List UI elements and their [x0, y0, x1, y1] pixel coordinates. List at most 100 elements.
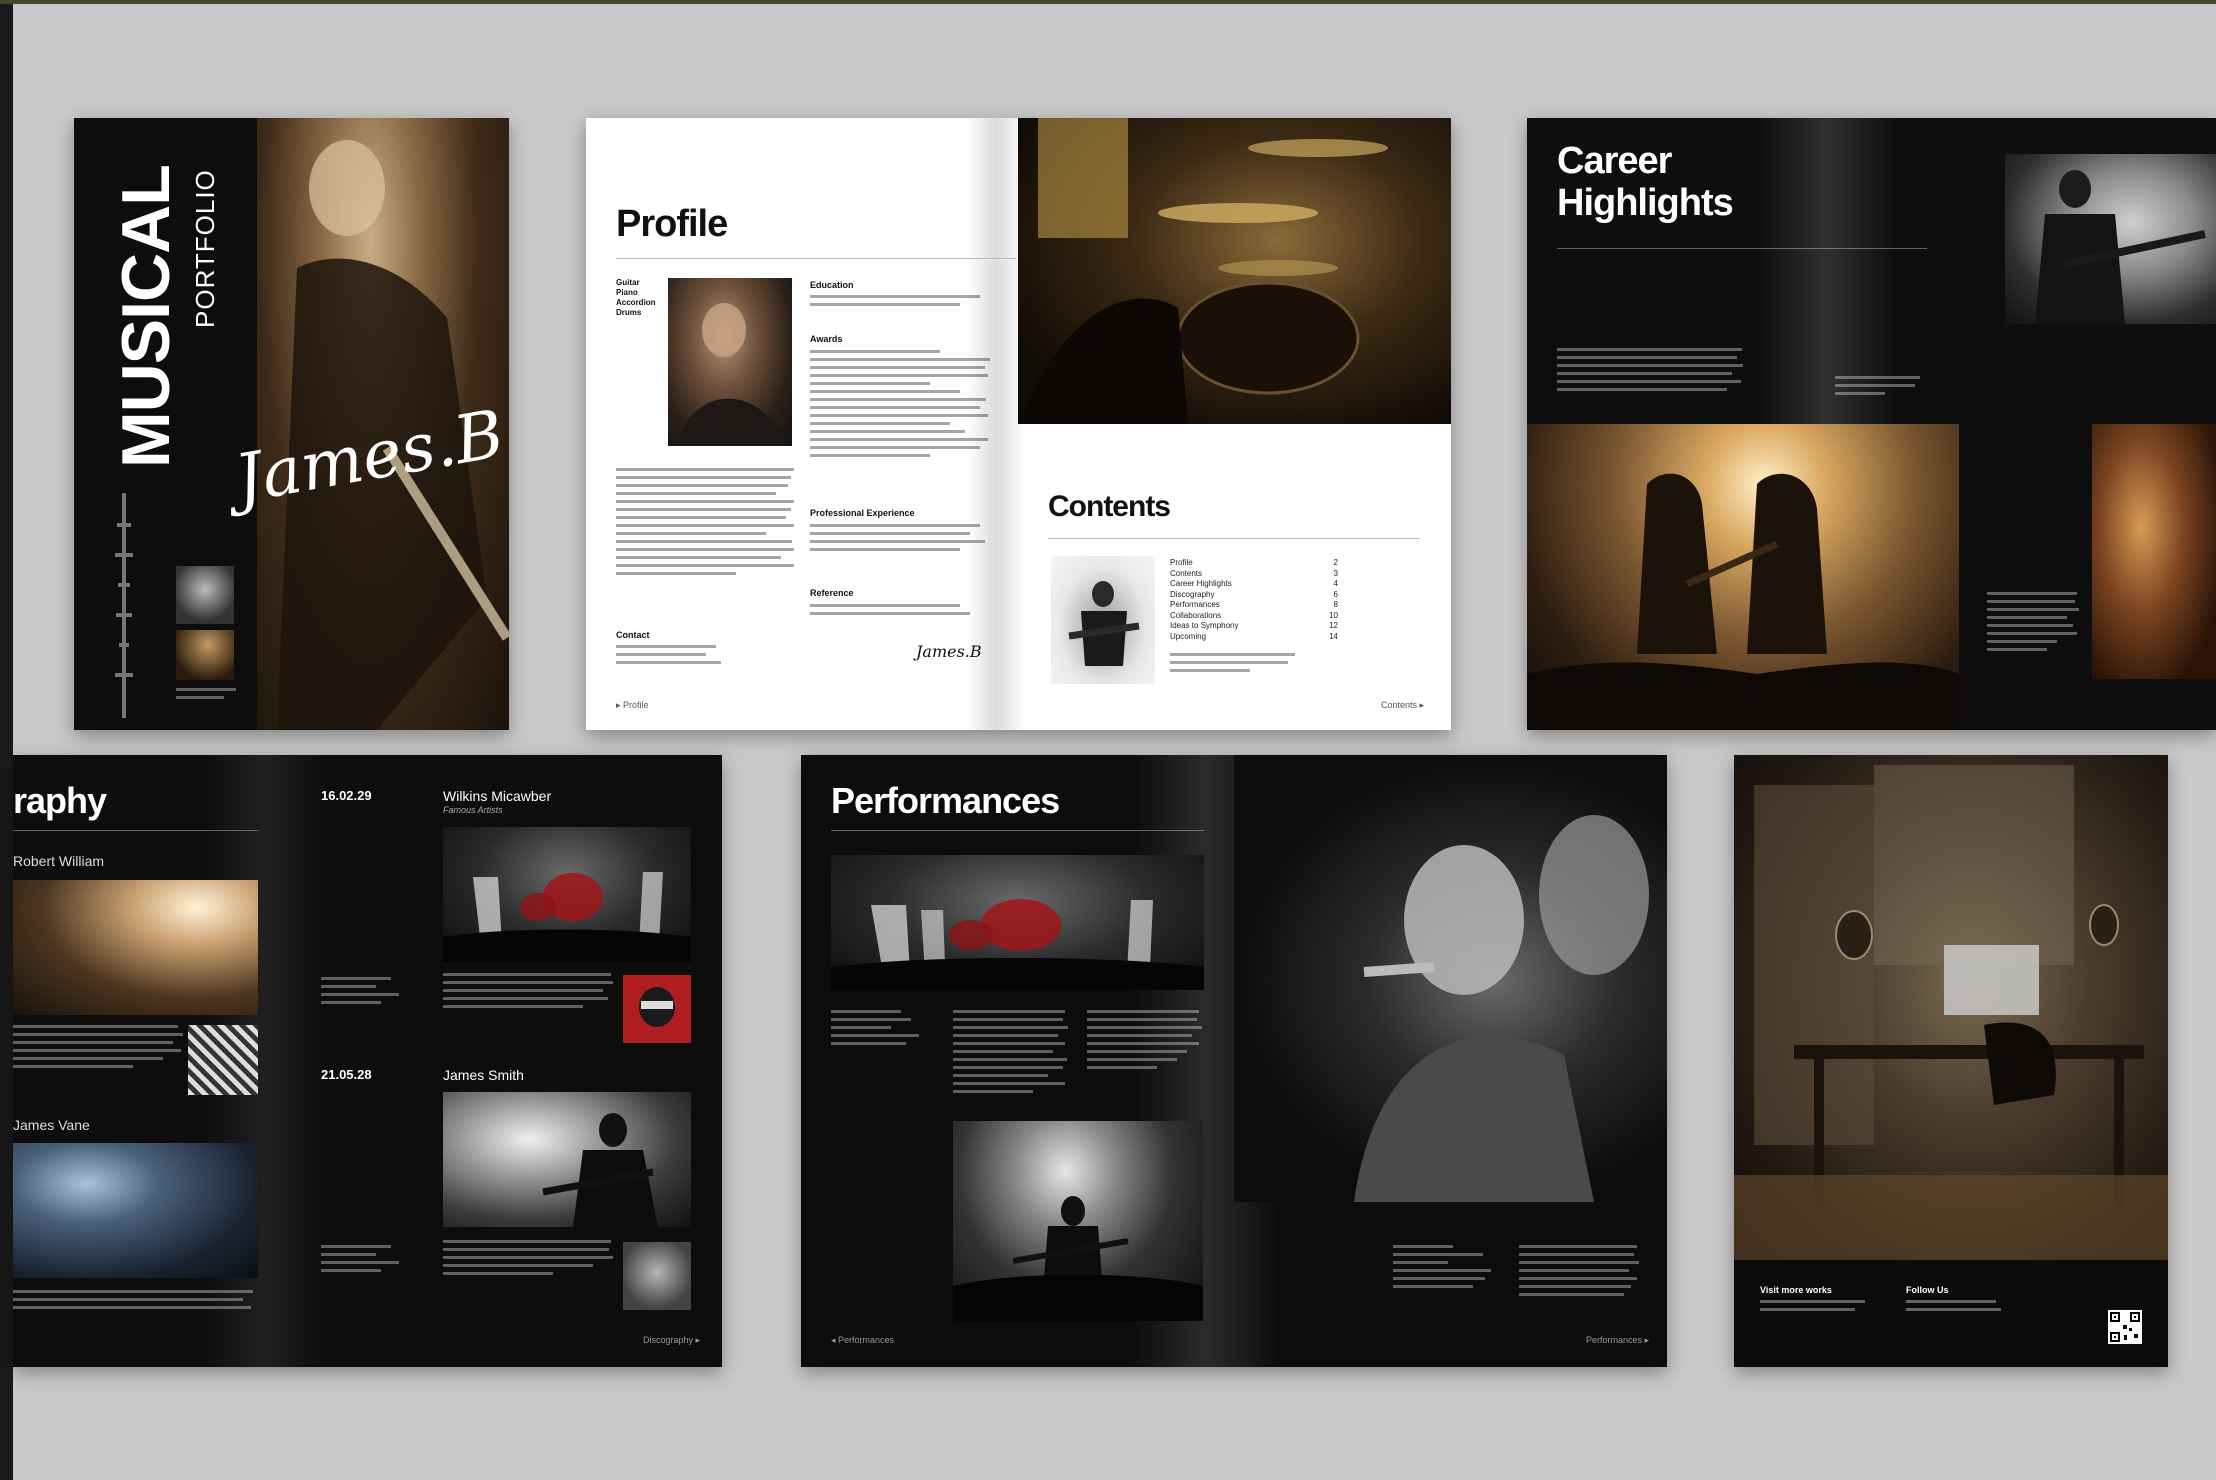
profile-footer: ▸ Profile: [616, 700, 649, 710]
contact-heading: Contact: [616, 630, 650, 640]
career-photo-concert: [1527, 424, 1959, 730]
profile-footer-label: Profile: [623, 700, 649, 710]
career-caption: [1835, 376, 1925, 400]
awards-heading: Awards: [810, 334, 843, 344]
performances-footer-left-label: Performances: [838, 1335, 895, 1345]
performances-photo-band: [831, 855, 1204, 990]
contact-text: [616, 645, 726, 669]
contents-item[interactable]: Career Highlights: [1170, 579, 1320, 590]
performances-right-meta: [1393, 1245, 1493, 1293]
performances-photo-stage: [953, 1121, 1203, 1321]
instrument-item: Piano: [616, 288, 638, 297]
release-name-1: Wilkins Micawber: [443, 788, 552, 804]
career-photo-crowd: [2092, 424, 2216, 679]
discography-text-2: [13, 1290, 258, 1314]
education-text: [810, 295, 990, 311]
contents-item[interactable]: Ideas to Symphony: [1170, 621, 1320, 632]
performances-title: Performances: [831, 780, 1060, 821]
release-thumb-red: [623, 975, 691, 1043]
release-name-2: James Smith: [443, 1067, 524, 1083]
contents-page-number: 12: [1329, 621, 1338, 630]
instrument-item: Drums: [616, 308, 642, 317]
profile-contents-spread: Profile Guitar Piano Accordion Drums Edu…: [586, 118, 1451, 730]
contents-page-number: 2: [1333, 558, 1338, 567]
artist-name-1: Robert William: [13, 853, 105, 869]
profile-signature: James.B: [916, 642, 982, 661]
bio-text: [616, 468, 796, 580]
career-list: [1557, 348, 1747, 396]
contents-list: Profile Contents Career Highlights Disco…: [1170, 558, 1320, 642]
contents-page-number: 3: [1333, 568, 1338, 578]
performances-footer-right-label: Performances: [1586, 1335, 1643, 1345]
release-text-1: [443, 973, 613, 1013]
drummer-photo: [1018, 118, 1451, 424]
instrument-list: Guitar Piano Accordion Drums: [616, 278, 656, 318]
release-date-1: 16.02.29: [321, 788, 372, 803]
reference-text: [810, 604, 990, 620]
contents-page-number: 6: [1333, 589, 1338, 599]
contents-item[interactable]: Collaborations: [1170, 611, 1320, 622]
discography-text-1: [13, 1025, 183, 1073]
discography-photo-2: [13, 1143, 258, 1278]
profile-portrait: [668, 278, 792, 446]
contents-title: Contents: [1048, 490, 1171, 523]
release-photo-guitarist: [443, 1092, 691, 1227]
career-title-line1: Career: [1557, 140, 1672, 182]
experience-heading: Professional Experience: [810, 508, 915, 518]
release-text-2: [443, 1240, 613, 1280]
release-thumb-portrait: [623, 1242, 691, 1310]
profile-title: Profile: [616, 203, 728, 245]
cover-subtitle: PORTFOLIO: [190, 169, 220, 328]
visit-label: Visit more works: [1760, 1285, 1832, 1295]
release-sub-1: Famous Artists: [443, 805, 503, 815]
studio-back-cover: Visit more works Follow Us: [1734, 755, 2168, 1367]
reference-heading: Reference: [810, 588, 854, 598]
contents-title-rule: [1048, 538, 1420, 539]
discography-title: raphy: [13, 780, 107, 821]
discography-footer: Discography ▸: [643, 1335, 701, 1345]
career-title-rule: [1557, 248, 1927, 249]
cover-soundwave: [114, 493, 134, 718]
profile-title-rule: [616, 258, 1016, 259]
performances-text-col1: [953, 1010, 1068, 1098]
release-date-2: 21.05.28: [321, 1067, 372, 1082]
qr-code-icon[interactable]: [2108, 1310, 2142, 1344]
contents-item[interactable]: Upcoming: [1170, 632, 1320, 643]
cover-caption: [176, 688, 236, 704]
cover-thumb-2: [176, 630, 234, 680]
contents-item[interactable]: Performances: [1170, 600, 1320, 611]
performances-footer-left: ◂ Performances: [831, 1335, 895, 1345]
contents-page-number: 10: [1329, 610, 1338, 620]
contents-page-number: 8: [1333, 600, 1338, 609]
career-right-caption: [1987, 592, 2082, 656]
discography-title-rule: [13, 830, 258, 831]
awards-text: [810, 350, 990, 462]
performances-right-text: [1519, 1245, 1639, 1301]
performances-meta: [831, 1010, 921, 1050]
instrument-item: Accordion: [616, 298, 656, 307]
contents-caption: [1170, 653, 1300, 677]
experience-text: [810, 524, 990, 556]
discography-thumb-zebra: [188, 1025, 258, 1095]
contents-page-numbers: 2 3 4 6 8 10 12 14: [1318, 558, 1338, 642]
cover-page: MUSICAL PORTFOLIO James.B: [74, 118, 509, 730]
education-heading: Education: [810, 280, 854, 290]
contents-item[interactable]: Discography: [1170, 590, 1320, 601]
contents-item[interactable]: Profile: [1170, 558, 1320, 569]
release-photo-band: [443, 827, 691, 962]
contents-item[interactable]: Contents: [1170, 569, 1320, 580]
cover-title: MUSICAL: [108, 165, 184, 468]
follow-links: [1906, 1300, 2006, 1316]
contents-page-number: 4: [1333, 579, 1338, 588]
contents-footer: Contents ▸: [1381, 700, 1425, 710]
instrument-item: Guitar: [616, 278, 640, 287]
contents-page-number: 14: [1329, 631, 1338, 641]
album-info-2: [321, 1245, 401, 1277]
performances-photo-singer: [1234, 755, 1667, 1202]
discography-photo-1: [13, 880, 258, 1015]
career-highlights-spread: Career Highlights: [1527, 118, 2216, 730]
discography-footer-label: Discography: [643, 1335, 694, 1345]
studio-photo: [1734, 755, 2168, 1260]
performances-footer-right: Performances ▸: [1586, 1335, 1650, 1345]
performances-text-col2: [1087, 1010, 1202, 1074]
